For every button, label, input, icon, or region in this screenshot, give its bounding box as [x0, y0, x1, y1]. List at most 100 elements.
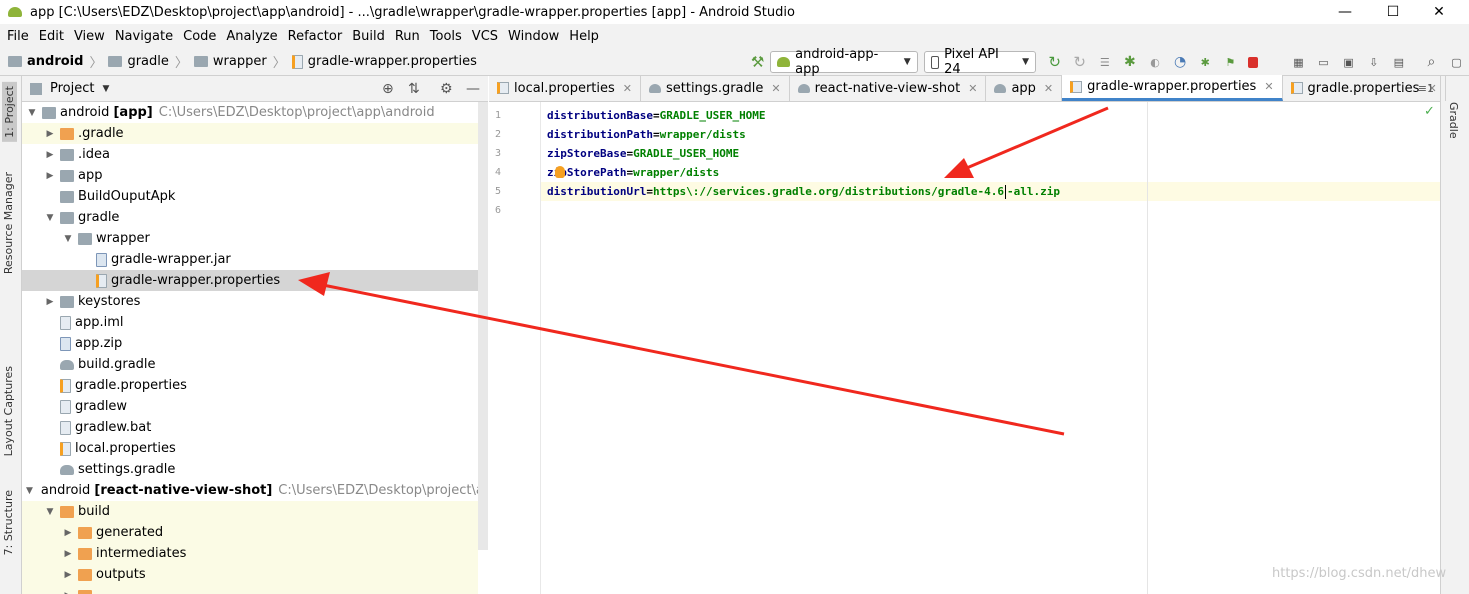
avd-manager-icon[interactable]: ▭ — [1316, 54, 1331, 70]
project-structure-icon[interactable]: ▦ — [1291, 54, 1306, 70]
tab-local-properties[interactable]: local.properties ✕ — [489, 75, 641, 101]
tree-node-keystores[interactable]: ▶ keystores — [22, 291, 478, 312]
menu-edit[interactable]: Edit — [34, 29, 69, 44]
tab-project[interactable]: 1: Project — [2, 82, 17, 142]
profile-icon[interactable]: ◐ — [1147, 54, 1162, 70]
device-manager-icon[interactable]: ▤ — [1391, 54, 1406, 70]
chevron-right-icon[interactable]: ▶ — [62, 528, 74, 538]
close-button[interactable]: ✕ — [1416, 0, 1462, 24]
locate-icon[interactable]: ⊕ — [382, 81, 394, 97]
tree-node-gradle-properties[interactable]: gradle.properties — [22, 375, 478, 396]
menu-run[interactable]: Run — [390, 29, 425, 44]
menu-window[interactable]: Window — [503, 29, 564, 44]
stop-icon[interactable] — [1247, 56, 1259, 68]
rerun-icon[interactable]: ↻ — [1047, 53, 1062, 71]
tree-node-app[interactable]: ▶ app — [22, 165, 478, 186]
chevron-right-icon[interactable]: ▶ — [62, 570, 74, 580]
tree-node-app-zip[interactable]: app.zip — [22, 333, 478, 354]
collapse-all-icon[interactable]: ⇅ — [408, 81, 420, 97]
search-icon[interactable]: ⌕ — [1424, 54, 1439, 70]
tree-node-build-gradle[interactable]: build.gradle — [22, 354, 478, 375]
chevron-right-icon[interactable]: ▶ — [62, 549, 74, 559]
tree-node-outputs[interactable]: ▶ outputs — [22, 564, 478, 585]
tree-node-gradlew[interactable]: gradlew — [22, 396, 478, 417]
tree-node-idea[interactable]: ▶ .idea — [22, 144, 478, 165]
chevron-down-icon[interactable]: ▼ — [44, 213, 56, 223]
menu-refactor[interactable]: Refactor — [283, 29, 348, 44]
tree-node-wrapper[interactable]: ▼ wrapper — [22, 228, 478, 249]
menu-tools[interactable]: Tools — [425, 29, 467, 44]
lightbulb-icon[interactable] — [555, 166, 565, 178]
sync-gradle-icon[interactable]: ⇩ — [1366, 54, 1381, 70]
tab-app[interactable]: app ✕ — [986, 75, 1063, 101]
chevron-right-icon[interactable]: ▶ — [44, 297, 56, 307]
chevron-down-icon[interactable]: ▼ — [26, 486, 33, 496]
tab-react-native-view-shot[interactable]: react-native-view-shot ✕ — [790, 75, 987, 101]
tree-node-gradlew-bat[interactable]: gradlew.bat — [22, 417, 478, 438]
hide-icon[interactable]: — — [466, 81, 480, 97]
tab-gradle-wrapper-properties[interactable]: gradle-wrapper.properties ✕ — [1062, 75, 1283, 101]
project-view-select[interactable]: Project ▼ — [22, 81, 109, 96]
menu-build[interactable]: Build — [347, 29, 390, 44]
tree-node-gradle-hidden[interactable]: ▶ .gradle — [22, 123, 478, 144]
sdk-manager-icon[interactable]: ▣ — [1341, 54, 1356, 70]
menu-view[interactable]: View — [69, 29, 110, 44]
debug-icon[interactable]: ✱ — [1122, 54, 1137, 70]
close-icon[interactable]: ✕ — [1044, 82, 1053, 95]
minimize-button[interactable]: — — [1322, 0, 1368, 24]
chevron-right-icon[interactable]: ▶ — [44, 150, 56, 160]
tree-node-android-react-native-view-shot[interactable]: ▼ android [react-native-view-shot] C:\Us… — [22, 480, 488, 501]
chevron-down-icon[interactable]: ▼ — [44, 507, 56, 517]
tab-layout-captures[interactable]: Layout Captures — [2, 366, 15, 456]
menu-navigate[interactable]: Navigate — [110, 29, 178, 44]
profiler-icon[interactable]: ◔ — [1173, 54, 1188, 70]
tree-node-android-app[interactable]: ▼ android [app] C:\Users\EDZ\Desktop\pro… — [22, 102, 478, 123]
close-icon[interactable]: ✕ — [968, 82, 977, 95]
run-config-select[interactable]: android-app-app ▼ — [770, 47, 918, 77]
tab-resource-manager[interactable]: Resource Manager — [2, 172, 15, 274]
tree-node-generated[interactable]: ▶ generated — [22, 522, 478, 543]
breadcrumb-file[interactable]: gradle-wrapper.properties — [308, 54, 477, 69]
tree-node-partial[interactable]: ▶ — [22, 585, 478, 594]
tree-node-app-iml[interactable]: app.iml — [22, 312, 478, 333]
menu-help[interactable]: Help — [564, 29, 604, 44]
code-editor[interactable]: distributionBase = GRADLE_USER_HOME distri… — [541, 102, 1440, 594]
attach-debugger-icon[interactable]: ✱ — [1198, 54, 1213, 70]
device-select[interactable]: Pixel API 24 ▼ — [923, 47, 1037, 77]
list-icon[interactable]: ☰ — [1097, 54, 1112, 70]
tree-node-intermediates[interactable]: ▶ intermediates — [22, 543, 478, 564]
maximize-button[interactable]: ☐ — [1370, 0, 1416, 24]
apply-code-icon[interactable]: ⚑ — [1223, 54, 1238, 70]
gear-icon[interactable]: ⚙ — [440, 81, 453, 97]
chevron-right-icon[interactable]: ▶ — [44, 171, 56, 181]
apply-changes-icon[interactable]: ↻ — [1072, 53, 1087, 71]
chevron-down-icon[interactable]: ▼ — [62, 234, 74, 244]
tree-node-buildoutputapk[interactable]: BuildOuputApk — [22, 186, 478, 207]
close-icon[interactable]: ✕ — [771, 82, 780, 95]
menu-analyze[interactable]: Analyze — [221, 29, 282, 44]
tab-settings-gradle[interactable]: settings.gradle ✕ — [641, 75, 790, 101]
chevron-down-icon[interactable]: ▼ — [26, 108, 38, 118]
close-icon[interactable]: ✕ — [623, 82, 632, 95]
project-scrollbar[interactable] — [478, 102, 488, 550]
breadcrumb-gradle[interactable]: gradle — [127, 54, 168, 69]
hammer-icon[interactable]: ⚒ — [750, 53, 765, 71]
chevron-right-icon[interactable]: ▶ — [44, 129, 56, 139]
settings-icon[interactable]: ▢ — [1449, 54, 1464, 70]
close-icon[interactable]: ✕ — [1264, 80, 1273, 93]
tree-node-local-properties[interactable]: local.properties — [22, 438, 478, 459]
breadcrumb-wrapper[interactable]: wrapper — [213, 54, 267, 69]
breadcrumb-root[interactable]: android — [27, 54, 83, 69]
tree-node-gradle-wrapper-jar[interactable]: gradle-wrapper.jar — [22, 249, 478, 270]
tab-structure[interactable]: 7: Structure — [2, 490, 15, 555]
tab-gradle[interactable]: Gradle — [1447, 102, 1460, 139]
tree-node-build[interactable]: ▼ build — [22, 501, 478, 522]
menu-code[interactable]: Code — [178, 29, 221, 44]
tabs-overflow-button[interactable]: ≡1 — [1418, 82, 1434, 95]
tree-node-gradle[interactable]: ▼ gradle — [22, 207, 478, 228]
menu-file[interactable]: File — [2, 29, 34, 44]
tree-node-gradle-wrapper-properties[interactable]: gradle-wrapper.properties — [22, 270, 478, 291]
chevron-right-icon[interactable]: ▶ — [62, 591, 74, 594]
tree-node-settings-gradle[interactable]: settings.gradle — [22, 459, 478, 480]
menu-vcs[interactable]: VCS — [467, 29, 503, 44]
